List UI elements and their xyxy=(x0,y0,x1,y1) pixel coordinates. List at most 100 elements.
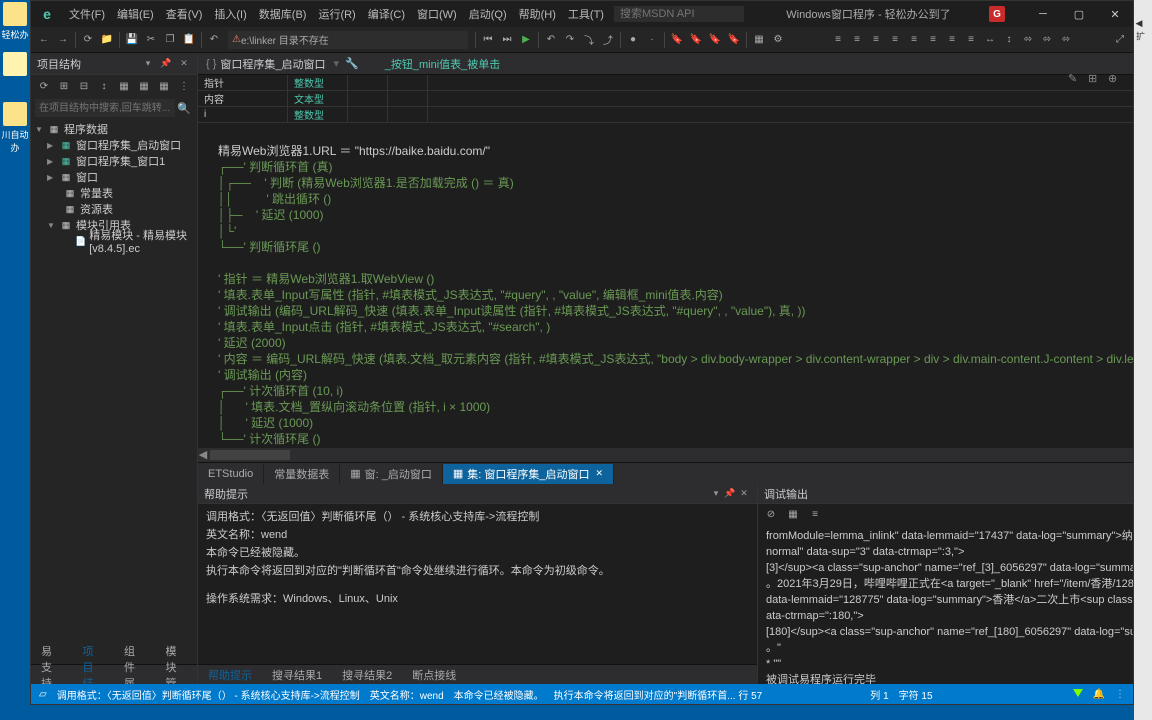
bm-next-icon[interactable]: 🔖 xyxy=(706,31,724,49)
search-icon[interactable]: 🔍 xyxy=(175,99,193,117)
refresh-icon[interactable]: ⟳ xyxy=(79,31,97,49)
expand-icon[interactable]: ⤢ xyxy=(1111,31,1129,49)
next-icon[interactable]: ⏭ xyxy=(498,31,516,49)
align-icon[interactable]: ≡ xyxy=(905,31,923,49)
save-icon[interactable]: 💾 xyxy=(123,31,141,49)
tree-sync-icon[interactable]: ⟳ xyxy=(35,77,53,95)
prev-icon[interactable]: ⏮ xyxy=(479,31,497,49)
cut-icon[interactable]: ✂ xyxy=(142,31,160,49)
tree-item[interactable]: ▦资源表 xyxy=(31,201,197,217)
minimize-button[interactable]: ─ xyxy=(1025,1,1061,27)
breakpoint-icon[interactable]: ● xyxy=(624,31,642,49)
size-icon[interactable]: ⬄ xyxy=(1019,31,1037,49)
list-icon[interactable]: ≡ xyxy=(806,505,824,523)
copy-icon[interactable]: ❐ xyxy=(161,31,179,49)
btab-const[interactable]: 常量数据表 xyxy=(264,464,340,484)
tree-search-input[interactable] xyxy=(35,99,175,117)
menu-view[interactable]: 查看(V) xyxy=(160,6,209,22)
ed-act-icon[interactable]: ⊞ xyxy=(1088,72,1102,86)
clear-icon[interactable]: ⊘ xyxy=(762,505,780,523)
ftab-search1[interactable]: 搜寻结果1 xyxy=(262,667,332,683)
tree-root[interactable]: ▼▦程序数据 xyxy=(31,121,197,137)
menu-run[interactable]: 运行(R) xyxy=(312,6,361,22)
tree-icon[interactable]: ▦ xyxy=(115,77,133,95)
tab-props[interactable]: 组件属性 xyxy=(114,643,156,685)
size-icon[interactable]: ⬄ xyxy=(1038,31,1056,49)
run-icon[interactable]: ▶ xyxy=(517,31,535,49)
close-icon[interactable]: ✕ xyxy=(177,57,191,71)
tree-item[interactable]: ▶▦窗口程序集_启动窗口 xyxy=(31,137,197,153)
menu-db[interactable]: 数据库(B) xyxy=(253,6,313,22)
menu-help[interactable]: 帮助(H) xyxy=(513,6,562,22)
paste-icon[interactable]: 📋 xyxy=(180,31,198,49)
step-over-icon[interactable]: ↷ xyxy=(561,31,579,49)
dist-icon[interactable]: ↕ xyxy=(1000,31,1018,49)
menu-start[interactable]: 启动(Q) xyxy=(463,6,513,22)
size-icon[interactable]: ⬄ xyxy=(1057,31,1075,49)
badge-icon[interactable]: G xyxy=(989,6,1005,22)
bell-icon[interactable]: 🔔 xyxy=(1093,689,1105,700)
tree-item[interactable]: ▦常量表 xyxy=(31,185,197,201)
prop-type[interactable]: 整数型 xyxy=(288,107,348,122)
tab-support[interactable]: 易支持库 xyxy=(31,643,73,685)
menu-compile[interactable]: 编译(C) xyxy=(362,6,411,22)
dist-icon[interactable]: ↔ xyxy=(981,31,999,49)
tab-modules[interactable]: 模块管理 xyxy=(156,643,198,685)
back-icon[interactable]: ← xyxy=(35,31,53,49)
tree-sort-icon[interactable]: ↕ xyxy=(95,77,113,95)
tree-item[interactable]: ▶▦窗口 xyxy=(31,169,197,185)
api-search-input[interactable] xyxy=(614,6,744,22)
tree-collapse-icon[interactable]: ⊟ xyxy=(75,77,93,95)
close-button[interactable]: ✕ xyxy=(1097,1,1133,27)
pin-icon[interactable]: ▾ xyxy=(141,57,155,71)
proc-dropdown[interactable]: _按钮_mini值表_被单击 xyxy=(385,56,1133,72)
bm-clear-icon[interactable]: 🔖 xyxy=(725,31,743,49)
desktop-icon[interactable]: 轻松办 xyxy=(0,0,30,50)
btab-etstudio[interactable]: ETStudio xyxy=(198,464,264,484)
tree-icon[interactable]: ▦ xyxy=(155,77,173,95)
path-field[interactable]: ⚠ e:\linker 目录不存在 xyxy=(228,31,468,49)
menu-file[interactable]: 文件(F) xyxy=(63,6,111,22)
btab-assembly[interactable]: ▦集: 窗口程序集_启动窗口✕ xyxy=(443,464,614,484)
ed-act-icon[interactable]: ⊕ xyxy=(1108,72,1122,86)
tree-expand-icon[interactable]: ⊞ xyxy=(55,77,73,95)
code-editor[interactable]: 精易Web浏览器1.URL ＝ "https://baike.baidu.com… xyxy=(198,123,1133,448)
tab-project[interactable]: 项目结构 xyxy=(73,643,115,685)
settings-icon[interactable]: ⚙ xyxy=(769,31,787,49)
ed-act-icon[interactable]: ✎ xyxy=(1068,72,1082,86)
tree-item[interactable]: 📄精易模块 - 精易模块[v8.4.5].ec xyxy=(31,233,197,249)
desktop-icon[interactable]: 川自动办 xyxy=(0,100,30,150)
align-icon[interactable]: ≡ xyxy=(886,31,904,49)
undo-icon[interactable]: ↶ xyxy=(205,31,223,49)
dd-icon[interactable]: ▾ xyxy=(709,487,723,501)
pin-icon[interactable]: 📌 xyxy=(723,487,737,501)
prop-type[interactable]: 整数型 xyxy=(288,75,348,90)
panel-icon[interactable]: ▦ xyxy=(750,31,768,49)
pin-icon[interactable]: 📌 xyxy=(159,57,173,71)
maximize-button[interactable]: ▢ xyxy=(1061,1,1097,27)
tree-icon[interactable]: ▦ xyxy=(135,77,153,95)
align-icon[interactable]: ≡ xyxy=(962,31,980,49)
tree-item[interactable]: ▶▦窗口程序集_窗口1 xyxy=(31,153,197,169)
code-tab[interactable]: { } 窗口程序集_启动窗口 xyxy=(198,56,334,72)
forward-icon[interactable]: → xyxy=(54,31,72,49)
tree-icon[interactable]: ⋮ xyxy=(175,77,193,95)
menu-edit[interactable]: 编辑(E) xyxy=(111,6,160,22)
bm-prev-icon[interactable]: 🔖 xyxy=(687,31,705,49)
menu-window[interactable]: 窗口(W) xyxy=(411,6,463,22)
h-scrollbar[interactable]: ◀▶▾ xyxy=(198,448,1133,462)
align-icon[interactable]: ≡ xyxy=(867,31,885,49)
step-back-icon[interactable]: ↶ xyxy=(542,31,560,49)
menu-insert[interactable]: 插入(I) xyxy=(208,6,252,22)
ftab-help[interactable]: 帮助提示 xyxy=(198,667,262,683)
align-icon[interactable]: ≡ xyxy=(924,31,942,49)
ftab-break[interactable]: 断点接线 xyxy=(402,667,466,683)
align-left-icon[interactable]: ≡ xyxy=(829,31,847,49)
align-icon[interactable]: ≡ xyxy=(848,31,866,49)
btab-window[interactable]: ▦窗: _启动窗口 xyxy=(340,464,443,484)
step-into-icon[interactable]: ⤵ xyxy=(580,31,598,49)
explorer-icon[interactable]: 📁 xyxy=(98,31,116,49)
debug-output[interactable]: fromModule=lemma_inlink" data-lemmaid="1… xyxy=(758,524,1133,684)
sbar-toggle[interactable]: ◀ 扩 xyxy=(1134,0,1152,50)
dot-icon[interactable]: · xyxy=(643,31,661,49)
